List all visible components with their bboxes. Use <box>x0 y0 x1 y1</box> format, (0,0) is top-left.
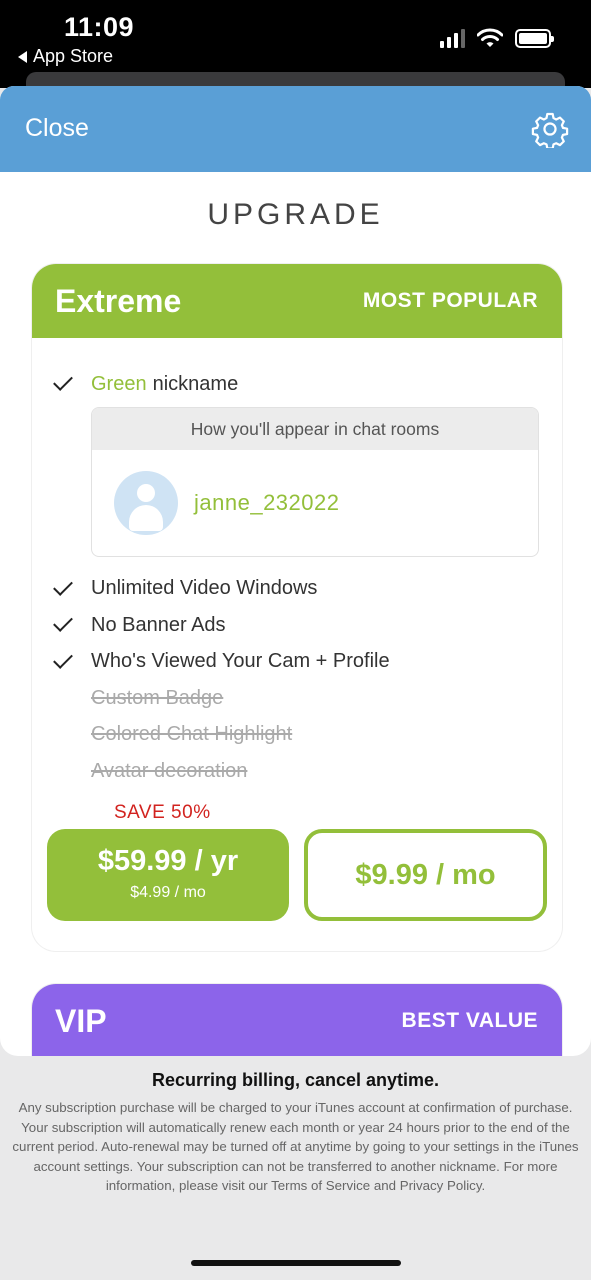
preview-body: janne_232022 <box>92 450 538 556</box>
wifi-icon <box>477 28 503 47</box>
yearly-price: $59.99 / yr <box>97 845 239 877</box>
feature-label: nickname <box>152 372 239 395</box>
nav-bar: Close <box>0 86 591 172</box>
back-arrow-icon <box>18 50 27 63</box>
checkmark-icon <box>53 575 73 596</box>
feature-item-unavailable: Custom Badge <box>91 686 224 709</box>
home-indicator[interactable] <box>191 1260 401 1266</box>
checkmark-icon <box>53 612 73 633</box>
feature-item-unavailable: Colored Chat Highlight <box>91 723 293 746</box>
yearly-price-button[interactable]: $59.99 / yr $4.99 / mo <box>47 829 289 921</box>
vip-plan-card[interactable]: VIP BEST VALUE <box>32 984 562 1056</box>
preview-username: janne_232022 <box>194 489 340 515</box>
feature-label: Who's Viewed Your Cam + Profile <box>91 650 390 673</box>
feature-label: Unlimited Video Windows <box>91 577 318 600</box>
feature-item-unavailable: Avatar decoration <box>91 759 248 782</box>
billing-title: Recurring billing, cancel anytime. <box>151 1070 440 1090</box>
nickname-preview: How you'll appear in chat rooms janne_23… <box>91 406 539 557</box>
status-time: 11:09 <box>64 12 135 42</box>
checkmark-icon <box>53 648 73 669</box>
page-title: UPGRADE <box>207 198 384 231</box>
close-button[interactable]: Close <box>25 114 89 143</box>
feature-label: No Banner Ads <box>91 613 226 636</box>
plan-tag: BEST VALUE <box>401 1009 538 1032</box>
plan-name: Extreme <box>55 282 182 319</box>
vip-plan-header: VIP BEST VALUE <box>32 984 562 1056</box>
feature-item: Who's Viewed Your Cam + Profile <box>32 644 562 681</box>
legal-text: Any subscription purchase will be charge… <box>12 1100 579 1194</box>
preview-header: How you'll appear in chat rooms <box>92 407 538 450</box>
upgrade-sheet: Close UPGRADE Extreme MOST POPULAR Green… <box>0 86 591 1056</box>
back-to-app-label: App Store <box>33 46 114 66</box>
extreme-plan-card: Extreme MOST POPULAR Green nickname How … <box>32 264 562 951</box>
yearly-per-month: $4.99 / mo <box>130 884 206 901</box>
feature-item: No Banner Ads <box>32 607 562 644</box>
plan-name: VIP <box>55 1002 107 1039</box>
back-to-app-store[interactable]: App Store <box>18 46 113 67</box>
status-icons <box>440 28 554 48</box>
feature-item-green-nickname: Green nickname <box>32 366 562 403</box>
avatar-icon <box>114 470 178 535</box>
extreme-plan-header: Extreme MOST POPULAR <box>32 264 562 338</box>
green-word: Green <box>91 372 147 395</box>
feature-list: Green nickname How you'll appear in chat… <box>32 338 562 790</box>
cellular-signal-icon <box>440 28 465 48</box>
plan-tag: MOST POPULAR <box>362 289 538 312</box>
checkmark-icon <box>53 371 73 392</box>
billing-footer: Recurring billing, cancel anytime. Any s… <box>0 1056 591 1196</box>
monthly-price-button[interactable]: $9.99 / mo <box>304 829 547 921</box>
save-badge: SAVE 50% <box>114 802 211 823</box>
feature-item: Unlimited Video Windows <box>32 571 562 608</box>
battery-icon <box>515 29 554 48</box>
gear-icon[interactable] <box>531 110 569 148</box>
